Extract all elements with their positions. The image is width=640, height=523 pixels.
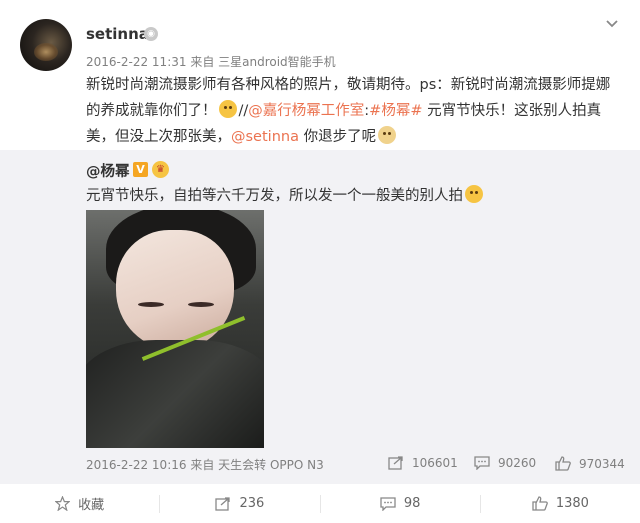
post-text: 新锐时尚潮流摄影师有各种风格的照片，敬请期待。ps：新锐时尚潮流摄影师提娜的养成…: [86, 72, 622, 150]
like-count: 1380: [555, 496, 589, 511]
thumbs-up-icon: [555, 456, 571, 471]
hashtag-link[interactable]: #杨幂#: [369, 103, 422, 119]
share-icon: [215, 496, 231, 511]
avatar[interactable]: [20, 19, 72, 71]
repost-count: 236: [239, 496, 265, 511]
repost-like-stat[interactable]: 970344: [555, 456, 625, 471]
repost-photo[interactable]: [86, 210, 264, 448]
repost-card: @杨幂 V ♛ 元宵节快乐，自拍等六千万发，所以发一个一般美的别人拍 2016-…: [0, 150, 640, 484]
repost-meta: 2016-2-22 10:16 来自 天生会转 OPPO N3: [86, 458, 324, 472]
post-text-slash: //: [238, 103, 249, 119]
mention-link-setinna[interactable]: @setinna: [231, 129, 299, 145]
repost-username[interactable]: @杨幂: [86, 160, 130, 181]
comment-button[interactable]: 98: [321, 484, 480, 523]
repost-text-content: 元宵节快乐，自拍等六千万发，所以发一个一般美的别人拍: [86, 188, 463, 204]
verified-icon: V: [133, 162, 148, 177]
star-icon: [55, 496, 71, 511]
user-badge-icon: ◉: [144, 27, 158, 41]
post-meta: 2016-2-22 11:31 来自 三星android智能手机: [86, 55, 336, 69]
cat-emoji: [378, 126, 397, 144]
action-bar: 收藏 236 98 1380: [0, 484, 640, 523]
favorite-button[interactable]: 收藏: [0, 484, 159, 523]
like-button[interactable]: 1380: [481, 484, 640, 523]
comment-icon: [474, 456, 490, 470]
share-icon: [388, 456, 403, 470]
mention-link[interactable]: @嘉行杨幂工作室: [248, 103, 364, 119]
repost-share-stat[interactable]: 106601: [388, 456, 458, 470]
repost-share-count: 106601: [412, 456, 458, 470]
favorite-label: 收藏: [78, 498, 105, 513]
post-text-part: 你退步了呢: [298, 129, 377, 145]
repost-text: 元宵节快乐，自拍等六千万发，所以发一个一般美的别人拍: [86, 185, 485, 206]
repost-button[interactable]: 236: [160, 484, 319, 523]
smile-emoji: [465, 185, 483, 203]
thumbs-up-icon: [532, 496, 548, 511]
smile-emoji: [218, 100, 237, 118]
comment-count: 98: [403, 496, 421, 511]
username[interactable]: setinna: [86, 25, 149, 43]
repost-comment-stat[interactable]: 90260: [474, 456, 536, 470]
comment-icon: [380, 496, 396, 511]
repost-like-count: 970344: [579, 456, 625, 471]
member-crown-icon: ♛: [152, 161, 169, 178]
repost-comment-count: 90260: [498, 456, 537, 470]
dropdown-chevron-icon[interactable]: [604, 16, 620, 32]
